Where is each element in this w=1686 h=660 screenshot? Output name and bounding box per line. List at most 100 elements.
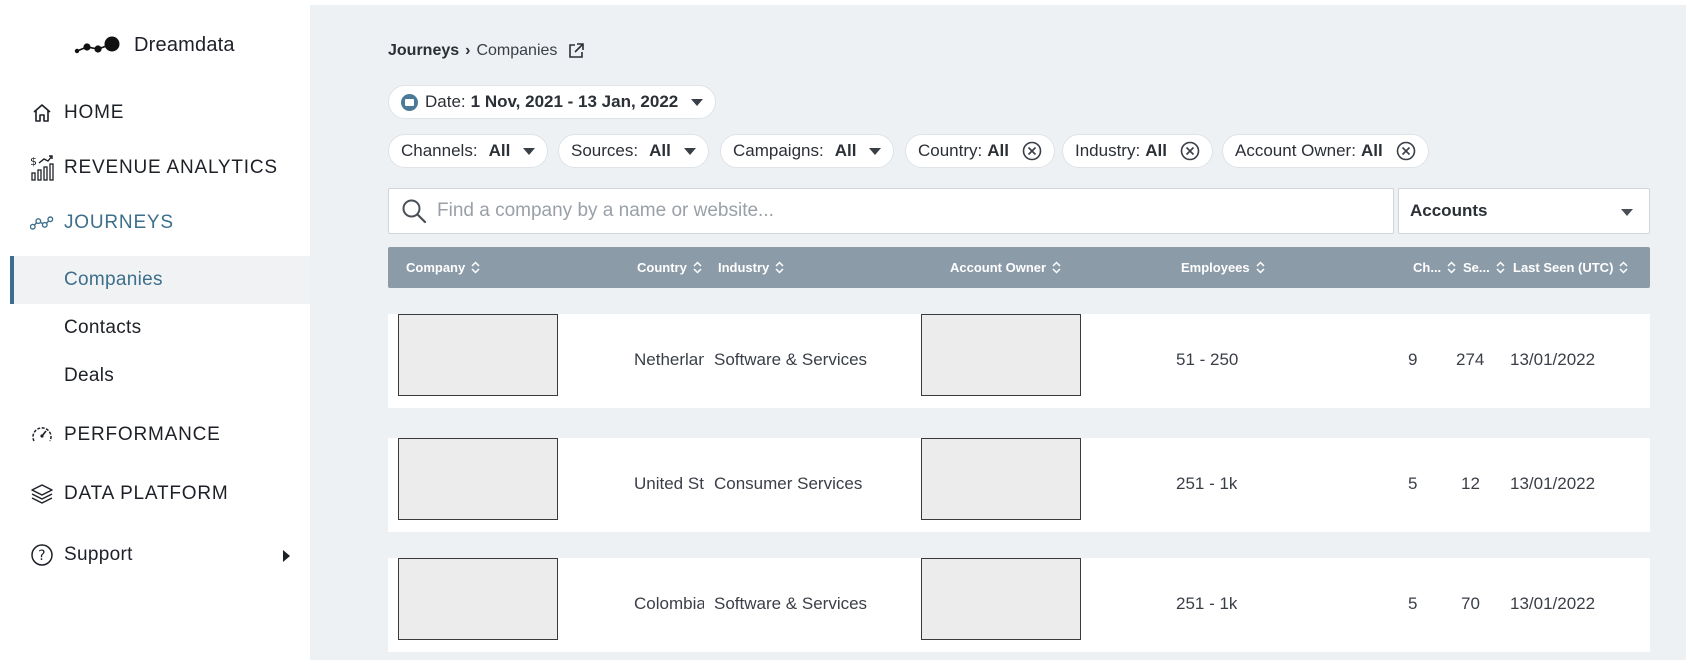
- sources-filter[interactable]: Sources: All: [558, 134, 709, 168]
- channels-filter-value: All: [488, 141, 511, 160]
- nav-home-label: HOME: [64, 102, 125, 123]
- cell-country: Netherlands: [634, 350, 704, 369]
- speedometer-icon: [30, 423, 54, 447]
- sort-icon: [1496, 261, 1505, 274]
- external-link-icon[interactable]: [567, 42, 585, 60]
- cell-last-seen: 13/01/2022: [1510, 594, 1596, 613]
- column-country-label: Country: [637, 260, 687, 275]
- table-row[interactable]: United States Consumer Services 251 - 1k…: [388, 438, 1650, 532]
- sidebar: Dreamdata HOME $ REVENUE ANALYTICS JOURN…: [0, 0, 310, 660]
- nav-revenue-analytics[interactable]: $ REVENUE ANALYTICS: [30, 155, 278, 181]
- cell-sessions: 70: [1461, 594, 1480, 613]
- table-row[interactable]: Colombia Software & Services 251 - 1k 5 …: [388, 558, 1650, 652]
- account-owner-filter[interactable]: Account Owner: All: [1222, 134, 1429, 168]
- cell-employees: 51 - 250: [1176, 350, 1239, 369]
- main-content: Journeys › Companies Date: 1 Nov, 2021 -…: [310, 5, 1686, 660]
- help-circle-icon: ?: [30, 543, 54, 567]
- nav-revenue-label: REVENUE ANALYTICS: [64, 157, 278, 178]
- cell-channels: 5: [1408, 474, 1418, 493]
- search-input[interactable]: [437, 200, 1377, 222]
- cell-industry: Consumer Services: [714, 474, 863, 493]
- nav-sub-deals[interactable]: Deals: [10, 352, 310, 400]
- column-employees[interactable]: Employees: [1181, 247, 1265, 288]
- industry-filter-label: Industry:: [1075, 141, 1141, 160]
- breadcrumb-companies: Companies: [476, 42, 558, 59]
- journeys-icon: [30, 211, 54, 235]
- nav-support-label: Support: [64, 544, 133, 565]
- date-filter-value: 1 Nov, 2021 - 13 Jan, 2022: [470, 92, 679, 111]
- column-company[interactable]: Company: [406, 247, 480, 288]
- svg-text:?: ?: [38, 548, 46, 564]
- clear-circle-icon[interactable]: [1396, 141, 1416, 161]
- channels-filter[interactable]: Channels: All: [388, 134, 549, 168]
- nav-data-platform[interactable]: DATA PLATFORM: [30, 482, 229, 506]
- sort-icon: [775, 261, 784, 274]
- column-company-label: Company: [406, 260, 466, 275]
- caret-right-icon[interactable]: [283, 550, 290, 562]
- sort-icon: [1052, 261, 1061, 274]
- search-box: [388, 188, 1394, 234]
- industry-filter-value: All: [1145, 141, 1167, 160]
- cell-channels: 9: [1408, 350, 1418, 369]
- cell-industry: Software & Services: [714, 350, 868, 369]
- nav-journeys[interactable]: JOURNEYS: [30, 211, 174, 235]
- column-channels[interactable]: Ch...: [1413, 247, 1456, 288]
- cell-country: United States: [634, 474, 704, 493]
- table-row[interactable]: Netherlands Software & Services 51 - 250…: [388, 314, 1650, 408]
- column-account-owner[interactable]: Account Owner: [950, 247, 1061, 288]
- cell-channels: 5: [1408, 594, 1418, 613]
- nav-sub-contacts[interactable]: Contacts: [10, 304, 310, 352]
- column-last-seen-label: Last Seen (UTC): [1513, 260, 1614, 275]
- chevron-down-icon: [683, 147, 696, 155]
- logo[interactable]: Dreamdata: [74, 34, 235, 57]
- cell-employees: 251 - 1k: [1176, 594, 1238, 613]
- brand-name: Dreamdata: [134, 34, 235, 56]
- cell-sessions: 274: [1456, 350, 1485, 369]
- nav-journeys-label: JOURNEYS: [64, 212, 174, 233]
- layers-icon: [30, 482, 54, 506]
- nav-performance[interactable]: PERFORMANCE: [30, 423, 221, 447]
- account-owner-filter-label: Account Owner:: [1235, 141, 1356, 160]
- country-filter-label: Country:: [918, 141, 983, 160]
- cell-employees: 251 - 1k: [1176, 474, 1238, 493]
- dreamdata-logo-icon: [74, 36, 120, 53]
- clear-circle-icon[interactable]: [1180, 141, 1200, 161]
- column-last-seen[interactable]: Last Seen (UTC): [1513, 247, 1628, 288]
- country-filter-value: All: [987, 141, 1009, 160]
- nav-sub-companies[interactable]: Companies: [10, 256, 310, 304]
- column-industry[interactable]: Industry: [718, 247, 784, 288]
- breadcrumb-journeys[interactable]: Journeys: [388, 42, 459, 60]
- breadcrumb-separator: ›: [465, 42, 471, 59]
- industry-filter[interactable]: Industry: All: [1062, 134, 1213, 168]
- cell-industry: Software & Services: [714, 594, 868, 613]
- cell-last-seen: 13/01/2022: [1510, 350, 1596, 369]
- chevron-down-icon: [869, 147, 882, 155]
- svg-text:$: $: [30, 155, 38, 168]
- campaigns-filter-label: Campaigns:: [733, 141, 824, 160]
- column-country[interactable]: Country: [637, 247, 702, 288]
- nav-performance-label: PERFORMANCE: [64, 424, 221, 445]
- sort-icon: [1447, 261, 1456, 274]
- view-select[interactable]: Accounts: [1398, 188, 1650, 234]
- nav-support[interactable]: ? Support: [30, 543, 133, 567]
- country-filter[interactable]: Country: All: [905, 134, 1055, 168]
- column-owner-label: Account Owner: [950, 260, 1047, 275]
- nav-home[interactable]: HOME: [30, 101, 124, 125]
- campaigns-filter[interactable]: Campaigns: All: [720, 134, 895, 168]
- account-owner-placeholder: [921, 314, 1081, 396]
- account-owner-placeholder: [921, 438, 1081, 520]
- column-sessions-label: Se...: [1463, 260, 1490, 275]
- date-filter[interactable]: Date: 1 Nov, 2021 - 13 Jan, 2022: [388, 85, 717, 119]
- company-logo-placeholder: [398, 314, 558, 396]
- nav-data-platform-label: DATA PLATFORM: [64, 483, 229, 504]
- chevron-down-icon: [691, 98, 704, 106]
- account-owner-placeholder: [921, 558, 1081, 640]
- clear-circle-icon[interactable]: [1022, 141, 1042, 161]
- table-header: Company Country Industry Account Owner E…: [388, 247, 1650, 288]
- campaigns-filter-value: All: [834, 141, 857, 160]
- sort-icon: [471, 261, 480, 274]
- column-channels-label: Ch...: [1413, 260, 1442, 275]
- channels-filter-label: Channels:: [401, 141, 478, 160]
- column-sessions[interactable]: Se...: [1463, 247, 1505, 288]
- cell-sessions: 12: [1461, 474, 1480, 493]
